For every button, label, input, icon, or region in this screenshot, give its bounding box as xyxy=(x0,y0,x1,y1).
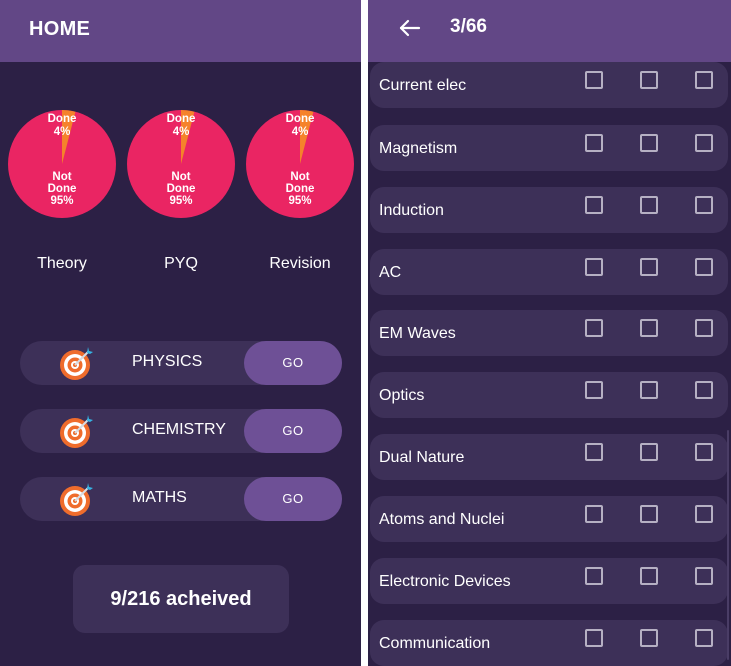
pie-not-done-label: Not xyxy=(171,171,191,183)
chapter-row: Current elec xyxy=(370,62,728,108)
go-button-physics[interactable]: GO xyxy=(244,341,342,385)
pie-done-percent: 4% xyxy=(53,126,71,138)
target-icon xyxy=(60,347,93,380)
pie-not-done-percent: 95% xyxy=(169,195,193,207)
revision-progress-pie: Done 4% Not Done 95% xyxy=(246,110,354,218)
theory-checkbox[interactable] xyxy=(585,258,603,276)
chapter-name: AC xyxy=(379,264,402,281)
chapter-name: EM Waves xyxy=(379,325,456,342)
chapter-name: Current elec xyxy=(379,77,467,94)
pie-not-done-label: Done xyxy=(166,183,196,195)
theory-checkbox[interactable] xyxy=(585,319,603,337)
pie-done-label: Done xyxy=(285,113,315,125)
chapter-row: Communication xyxy=(370,620,728,666)
chapter-row: Atoms and Nuclei xyxy=(370,496,728,542)
chapter-row: Dual Nature xyxy=(370,434,728,480)
pyq-checkbox[interactable] xyxy=(640,71,658,89)
pie-not-done-label: Not xyxy=(290,171,310,183)
scrollbar[interactable] xyxy=(727,430,729,660)
pyq-checkbox[interactable] xyxy=(640,258,658,276)
pie-done-label: Done xyxy=(47,113,77,125)
pyq-checkbox[interactable] xyxy=(640,381,658,399)
subject-name: PHYSICS xyxy=(132,353,203,370)
pyq-checkbox[interactable] xyxy=(640,319,658,337)
theory-checkbox[interactable] xyxy=(585,567,603,585)
page-counter: 3/66 xyxy=(450,16,487,37)
theory-checkbox[interactable] xyxy=(585,443,603,461)
subject-name: MATHS xyxy=(132,489,187,506)
pie-not-done-label: Done xyxy=(47,183,77,195)
chapter-row: Magnetism xyxy=(370,125,728,171)
revision-checkbox[interactable] xyxy=(695,319,713,337)
pyq-checkbox[interactable] xyxy=(640,629,658,647)
revision-checkbox[interactable] xyxy=(695,381,713,399)
revision-label: Revision xyxy=(269,255,331,272)
chapters-screen: 3/66 Current elec Magnetism Induction AC… xyxy=(368,0,731,666)
pie-done-percent: 4% xyxy=(172,126,190,138)
chapter-name: Electronic Devices xyxy=(379,573,511,590)
theory-checkbox[interactable] xyxy=(585,505,603,523)
go-button-chemistry[interactable]: GO xyxy=(244,409,342,453)
pyq-checkbox[interactable] xyxy=(640,134,658,152)
theory-checkbox[interactable] xyxy=(585,71,603,89)
chapter-row: EM Waves xyxy=(370,310,728,356)
pyq-progress-pie: Done 4% Not Done 95% xyxy=(127,110,235,218)
theory-progress-pie: Done 4% Not Done 95% xyxy=(8,110,116,218)
chapter-name: Communication xyxy=(379,635,491,652)
revision-checkbox[interactable] xyxy=(695,567,713,585)
arrow-left-icon[interactable] xyxy=(396,14,424,42)
chapter-name: Optics xyxy=(379,387,425,404)
chapter-name: Atoms and Nuclei xyxy=(379,511,505,528)
home-screen: HOME Done 4% Not Done 95% Done 4% Not Do… xyxy=(0,0,361,666)
chapter-row: Induction xyxy=(370,187,728,233)
theory-checkbox[interactable] xyxy=(585,381,603,399)
subject-name: CHEMISTRY xyxy=(132,421,226,438)
chapter-row: AC xyxy=(370,249,728,295)
theory-checkbox[interactable] xyxy=(585,134,603,152)
chapter-row: Optics xyxy=(370,372,728,418)
pyq-checkbox[interactable] xyxy=(640,196,658,214)
go-button-maths[interactable]: GO xyxy=(244,477,342,521)
pie-not-done-label: Not xyxy=(52,171,72,183)
theory-checkbox[interactable] xyxy=(585,629,603,647)
revision-checkbox[interactable] xyxy=(695,196,713,214)
theory-checkbox[interactable] xyxy=(585,196,603,214)
home-app-bar: HOME xyxy=(0,0,361,62)
home-title: HOME xyxy=(29,18,91,40)
chapter-name: Magnetism xyxy=(379,140,458,157)
revision-checkbox[interactable] xyxy=(695,134,713,152)
pyq-checkbox[interactable] xyxy=(640,505,658,523)
pie-done-label: Done xyxy=(166,113,196,125)
subject-row-chemistry[interactable]: CHEMISTRY GO xyxy=(20,409,342,453)
chapters-app-bar: 3/66 xyxy=(368,0,731,62)
pyq-checkbox[interactable] xyxy=(640,567,658,585)
revision-checkbox[interactable] xyxy=(695,258,713,276)
revision-checkbox[interactable] xyxy=(695,629,713,647)
chapter-name: Dual Nature xyxy=(379,449,465,466)
target-icon xyxy=(60,415,93,448)
pyq-checkbox[interactable] xyxy=(640,443,658,461)
revision-checkbox[interactable] xyxy=(695,443,713,461)
pie-not-done-percent: 95% xyxy=(50,195,74,207)
pyq-label: PYQ xyxy=(164,255,198,272)
theory-label: Theory xyxy=(37,255,87,272)
revision-checkbox[interactable] xyxy=(695,505,713,523)
target-icon xyxy=(60,483,93,516)
subject-row-maths[interactable]: MATHS GO xyxy=(20,477,342,521)
achieved-summary: 9/216 acheived xyxy=(73,565,289,633)
revision-checkbox[interactable] xyxy=(695,71,713,89)
pie-not-done-label: Done xyxy=(285,183,315,195)
subject-row-physics[interactable]: PHYSICS GO xyxy=(20,341,342,385)
chapter-name: Induction xyxy=(379,202,444,219)
pie-not-done-percent: 95% xyxy=(288,195,312,207)
pie-done-percent: 4% xyxy=(291,126,309,138)
chapter-row: Electronic Devices xyxy=(370,558,728,604)
